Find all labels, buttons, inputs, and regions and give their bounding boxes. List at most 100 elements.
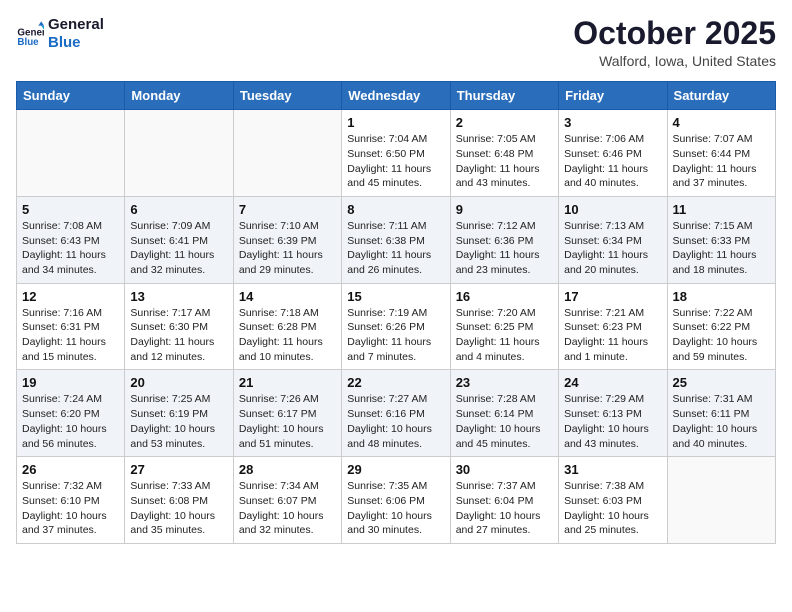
day-info: Sunrise: 7:12 AM Sunset: 6:36 PM Dayligh… (456, 219, 553, 278)
day-number: 21 (239, 375, 336, 390)
day-info: Sunrise: 7:09 AM Sunset: 6:41 PM Dayligh… (130, 219, 227, 278)
calendar-cell (125, 110, 233, 197)
day-number: 30 (456, 462, 553, 477)
day-info: Sunrise: 7:19 AM Sunset: 6:26 PM Dayligh… (347, 306, 444, 365)
calendar-cell: 13Sunrise: 7:17 AM Sunset: 6:30 PM Dayli… (125, 283, 233, 370)
day-number: 5 (22, 202, 119, 217)
day-number: 3 (564, 115, 661, 130)
day-number: 18 (673, 289, 770, 304)
day-number: 23 (456, 375, 553, 390)
weekday-header-wednesday: Wednesday (342, 82, 450, 110)
day-number: 29 (347, 462, 444, 477)
calendar-cell: 3 Sunrise: 7:06 AM Sunset: 6:46 PM Daylig… (559, 110, 667, 197)
page-header: General Blue General Blue October 2025 W… (16, 16, 776, 69)
day-number: 12 (22, 289, 119, 304)
weekday-header-saturday: Saturday (667, 82, 775, 110)
day-info: Sunrise: 7:37 AM Sunset: 6:04 PM Dayligh… (456, 479, 553, 538)
day-number: 2 (456, 115, 553, 130)
calendar-cell: 12 Sunrise: 7:16 AM Sunset: 6:31 PM Dayli… (17, 283, 125, 370)
calendar-cell: 27 Sunrise: 7:33 AM Sunset: 6:08 PM Dayli… (125, 457, 233, 544)
day-number: 16 (456, 289, 553, 304)
day-info: Sunrise: 7:15 AM Sunset: 6:33 PM Dayligh… (673, 219, 770, 278)
day-number: 8 (347, 202, 444, 217)
weekday-header-tuesday: Tuesday (233, 82, 341, 110)
day-info: Sunrise: 7:06 AM Sunset: 6:46 PM Dayligh… (564, 132, 661, 191)
day-info: Sunrise: 7:18 AM Sunset: 6:28 PM Dayligh… (239, 306, 336, 365)
day-info: Sunrise: 7:25 AM Sunset: 6:19 PM Dayligh… (130, 392, 227, 451)
location-subtitle: Walford, Iowa, United States (573, 53, 776, 69)
day-info: Sunrise: 7:08 AM Sunset: 6:43 PM Dayligh… (22, 219, 119, 278)
day-number: 24 (564, 375, 661, 390)
day-info: Sunrise: 7:26 AM Sunset: 6:17 PM Dayligh… (239, 392, 336, 451)
weekday-header-friday: Friday (559, 82, 667, 110)
calendar-cell: 25Sunrise: 7:31 AM Sunset: 6:11 PM Dayli… (667, 370, 775, 457)
calendar-cell (667, 457, 775, 544)
day-info: Sunrise: 7:04 AM Sunset: 6:50 PM Dayligh… (347, 132, 444, 191)
day-number: 7 (239, 202, 336, 217)
day-info: Sunrise: 7:22 AM Sunset: 6:22 PM Dayligh… (673, 306, 770, 365)
weekday-header-thursday: Thursday (450, 82, 558, 110)
day-info: Sunrise: 7:20 AM Sunset: 6:25 PM Dayligh… (456, 306, 553, 365)
calendar-cell: 16 Sunrise: 7:20 AM Sunset: 6:25 PM Dayli… (450, 283, 558, 370)
day-info: Sunrise: 7:29 AM Sunset: 6:13 PM Dayligh… (564, 392, 661, 451)
calendar-cell: 31 Sunrise: 7:38 AM Sunset: 6:03 PM Dayli… (559, 457, 667, 544)
day-number: 17 (564, 289, 661, 304)
calendar-cell: 24 Sunrise: 7:29 AM Sunset: 6:13 PM Dayli… (559, 370, 667, 457)
calendar-cell: 30 Sunrise: 7:37 AM Sunset: 6:04 PM Dayli… (450, 457, 558, 544)
calendar-cell: 20Sunrise: 7:25 AM Sunset: 6:19 PM Dayli… (125, 370, 233, 457)
weekday-header-monday: Monday (125, 82, 233, 110)
day-info: Sunrise: 7:34 AM Sunset: 6:07 PM Dayligh… (239, 479, 336, 538)
calendar-cell: 11Sunrise: 7:15 AM Sunset: 6:33 PM Dayli… (667, 196, 775, 283)
day-number: 14 (239, 289, 336, 304)
day-number: 1 (347, 115, 444, 130)
title-area: October 2025 Walford, Iowa, United State… (573, 16, 776, 69)
day-number: 28 (239, 462, 336, 477)
day-info: Sunrise: 7:05 AM Sunset: 6:48 PM Dayligh… (456, 132, 553, 191)
calendar-week-1: 1 Sunrise: 7:04 AM Sunset: 6:50 PM Daylig… (17, 110, 776, 197)
calendar-cell: 9 Sunrise: 7:12 AM Sunset: 6:36 PM Daylig… (450, 196, 558, 283)
day-info: Sunrise: 7:16 AM Sunset: 6:31 PM Dayligh… (22, 306, 119, 365)
calendar-cell: 8Sunrise: 7:11 AM Sunset: 6:38 PM Daylig… (342, 196, 450, 283)
day-number: 19 (22, 375, 119, 390)
day-info: Sunrise: 7:33 AM Sunset: 6:08 PM Dayligh… (130, 479, 227, 538)
calendar-cell: 2 Sunrise: 7:05 AM Sunset: 6:48 PM Daylig… (450, 110, 558, 197)
calendar-header-row: SundayMondayTuesdayWednesdayThursdayFrid… (17, 82, 776, 110)
calendar-cell: 6Sunrise: 7:09 AM Sunset: 6:41 PM Daylig… (125, 196, 233, 283)
day-info: Sunrise: 7:38 AM Sunset: 6:03 PM Dayligh… (564, 479, 661, 538)
calendar-cell: 15 Sunrise: 7:19 AM Sunset: 6:26 PM Dayli… (342, 283, 450, 370)
calendar-table: SundayMondayTuesdayWednesdayThursdayFrid… (16, 81, 776, 544)
day-number: 25 (673, 375, 770, 390)
day-info: Sunrise: 7:32 AM Sunset: 6:10 PM Dayligh… (22, 479, 119, 538)
logo-text-blue: Blue (48, 34, 81, 51)
calendar-cell: 21 Sunrise: 7:26 AM Sunset: 6:17 PM Dayli… (233, 370, 341, 457)
calendar-week-5: 26 Sunrise: 7:32 AM Sunset: 6:10 PM Dayli… (17, 457, 776, 544)
day-info: Sunrise: 7:27 AM Sunset: 6:16 PM Dayligh… (347, 392, 444, 451)
day-number: 26 (22, 462, 119, 477)
day-info: Sunrise: 7:13 AM Sunset: 6:34 PM Dayligh… (564, 219, 661, 278)
calendar-cell: 29Sunrise: 7:35 AM Sunset: 6:06 PM Dayli… (342, 457, 450, 544)
day-number: 31 (564, 462, 661, 477)
calendar-cell: 14 Sunrise: 7:18 AM Sunset: 6:28 PM Dayli… (233, 283, 341, 370)
calendar-cell: 4Sunrise: 7:07 AM Sunset: 6:44 PM Daylig… (667, 110, 775, 197)
day-number: 9 (456, 202, 553, 217)
logo-text-general: General (48, 16, 104, 33)
calendar-cell: 1 Sunrise: 7:04 AM Sunset: 6:50 PM Daylig… (342, 110, 450, 197)
calendar-cell: 10 Sunrise: 7:13 AM Sunset: 6:34 PM Dayli… (559, 196, 667, 283)
calendar-week-3: 12 Sunrise: 7:16 AM Sunset: 6:31 PM Dayli… (17, 283, 776, 370)
logo: General Blue General Blue (16, 16, 104, 52)
day-info: Sunrise: 7:21 AM Sunset: 6:23 PM Dayligh… (564, 306, 661, 365)
day-number: 27 (130, 462, 227, 477)
day-info: Sunrise: 7:24 AM Sunset: 6:20 PM Dayligh… (22, 392, 119, 451)
calendar-week-4: 19 Sunrise: 7:24 AM Sunset: 6:20 PM Dayli… (17, 370, 776, 457)
day-info: Sunrise: 7:10 AM Sunset: 6:39 PM Dayligh… (239, 219, 336, 278)
day-number: 15 (347, 289, 444, 304)
calendar-cell: 19 Sunrise: 7:24 AM Sunset: 6:20 PM Dayli… (17, 370, 125, 457)
svg-text:Blue: Blue (17, 37, 39, 48)
calendar-cell: 28 Sunrise: 7:34 AM Sunset: 6:07 PM Dayli… (233, 457, 341, 544)
calendar-week-2: 5 Sunrise: 7:08 AM Sunset: 6:43 PM Daylig… (17, 196, 776, 283)
calendar-cell: 17 Sunrise: 7:21 AM Sunset: 6:23 PM Dayli… (559, 283, 667, 370)
day-info: Sunrise: 7:28 AM Sunset: 6:14 PM Dayligh… (456, 392, 553, 451)
logo-icon: General Blue (16, 20, 44, 48)
day-number: 10 (564, 202, 661, 217)
day-number: 13 (130, 289, 227, 304)
